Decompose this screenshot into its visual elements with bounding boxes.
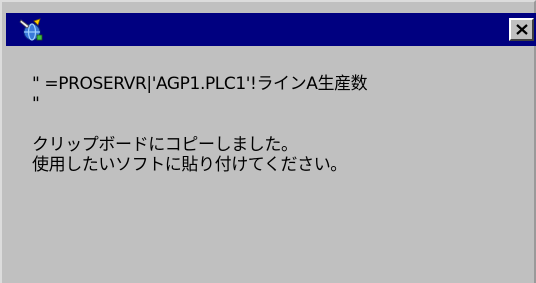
message-copied-line: クリップボードにコピーしました。: [32, 135, 298, 155]
close-button[interactable]: [509, 18, 534, 41]
title-bar[interactable]: [6, 13, 536, 46]
message-text: " =PROSERVR|'AGP1.PLC1'!ラインA生産数 " クリップボー…: [32, 74, 532, 175]
message-paste-line: 使用したいソフトに貼り付けてください。: [32, 155, 347, 175]
message-spacer: [32, 114, 532, 135]
close-icon: [515, 24, 528, 35]
message-formula-line: " =PROSERVR|'AGP1.PLC1'!ラインA生産数: [32, 74, 368, 94]
dialog-window: " =PROSERVR|'AGP1.PLC1'!ラインA生産数 " クリップボー…: [0, 0, 536, 283]
message-quote-line: ": [32, 94, 40, 114]
app-icon: [19, 18, 43, 41]
